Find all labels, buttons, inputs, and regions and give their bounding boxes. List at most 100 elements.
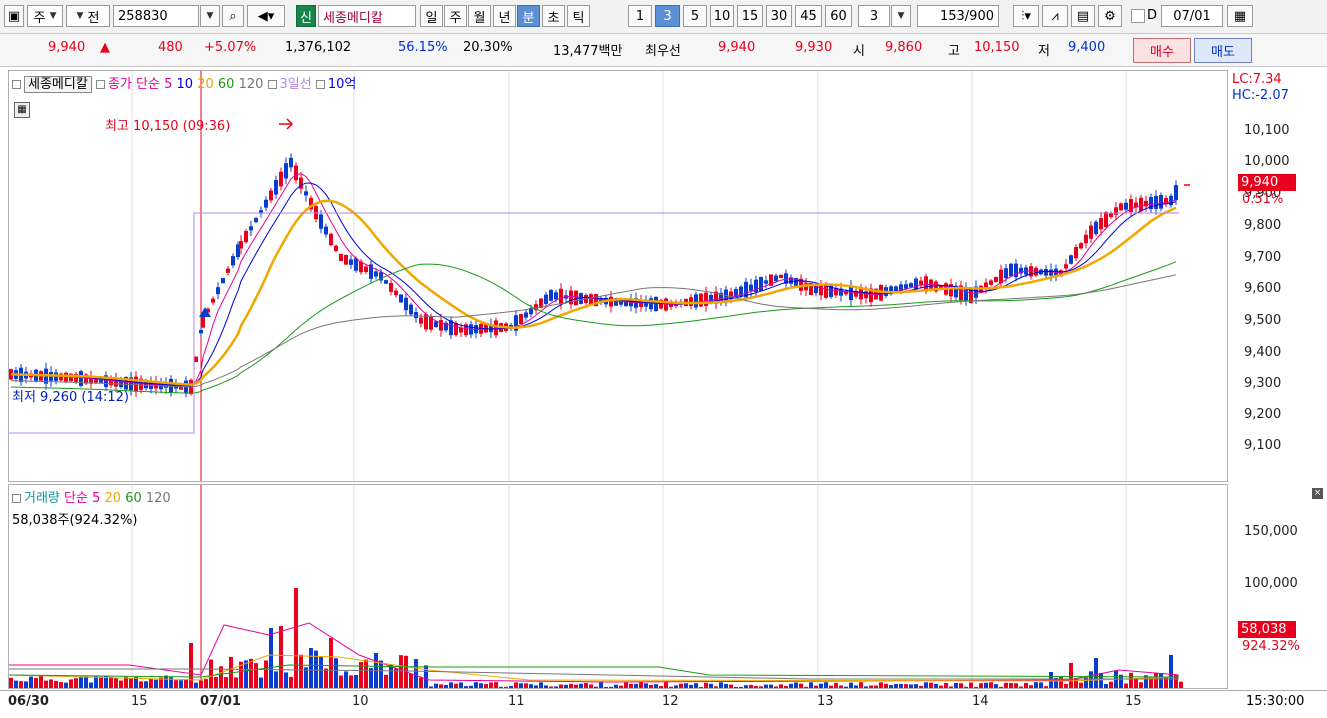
period-button-0[interactable]: 일 (420, 5, 443, 27)
legend-box-icon (95, 79, 105, 89)
date-checkbox[interactable] (1131, 9, 1145, 23)
candle-body (909, 283, 913, 288)
volume-bar (584, 682, 588, 688)
stock-name: 세종메디칼 (318, 5, 416, 27)
volume-bar (1004, 682, 1008, 688)
market-select-value: 주 (33, 10, 46, 26)
legend-vol-ma-label: 단순 (64, 491, 88, 506)
interval-button-6[interactable]: 45 (795, 5, 822, 27)
candle-body (759, 277, 763, 291)
volume-bar (1099, 673, 1103, 688)
period-button-5[interactable]: 초 (542, 5, 565, 27)
volume-bar (289, 676, 293, 688)
code-dropdown[interactable]: ▼ (200, 5, 220, 27)
volume-bar (899, 683, 903, 688)
volume-bar (924, 682, 928, 688)
quote-price: 9,940 (48, 40, 86, 55)
volume-bar (264, 660, 268, 688)
calendar-icon[interactable]: ▦ (1227, 5, 1253, 27)
price-ytick: 9,500 (1244, 313, 1282, 328)
quote-ratio2: 20.30% (463, 40, 513, 55)
page-count-value: 153 (939, 8, 965, 24)
table-grid-icon[interactable]: ▦ (14, 102, 30, 118)
interval-button-0[interactable]: 1 (628, 5, 652, 27)
volume-bar (309, 648, 313, 688)
close-icon[interactable]: × (1312, 488, 1323, 499)
ma20-line (10, 199, 1177, 386)
count-dropdown[interactable]: ▼ (891, 5, 911, 27)
search-icon[interactable]: ⌕ (222, 5, 244, 27)
code-input[interactable]: 258830 (113, 5, 199, 27)
period-button-3[interactable]: 년 (493, 5, 516, 27)
candle-body (554, 292, 558, 300)
volume-bar (259, 677, 263, 688)
gear-icon[interactable]: ⚙ (1098, 5, 1122, 27)
candle-body (289, 157, 293, 168)
volume-bar (1109, 681, 1113, 688)
volume-bar (444, 684, 448, 688)
volume-bar (204, 679, 208, 688)
volume-bar (174, 680, 178, 688)
volume-bar (849, 682, 853, 688)
volume-bar (344, 671, 348, 688)
volume-bar (714, 686, 718, 688)
candle-body (544, 294, 548, 304)
window-icon[interactable]: ▣ (4, 5, 24, 27)
volume-bar (724, 683, 728, 688)
period-button-1[interactable]: 주 (444, 5, 467, 27)
period-button-2[interactable]: 월 (468, 5, 491, 27)
page-count[interactable]: 153/900 (917, 5, 999, 27)
volume-bar (829, 685, 833, 688)
draw-tool-icon[interactable]: ⩘ (1042, 5, 1068, 27)
volume-chart-pane[interactable] (8, 484, 1228, 689)
speaker-icon[interactable]: ◀▾ (247, 5, 285, 27)
volume-bar (74, 678, 78, 688)
volume-bar (199, 680, 203, 688)
quote-change-arrow: ▲ (100, 40, 110, 55)
volume-bar (539, 682, 543, 688)
interval-button-3[interactable]: 10 (710, 5, 734, 27)
period-button-4[interactable]: 분 (517, 5, 540, 27)
x-axis-label: 06/30 (8, 694, 49, 709)
count-input[interactable]: 3 (858, 5, 890, 27)
volume-bar (504, 686, 508, 688)
interval-button-1[interactable]: 3 (655, 5, 680, 27)
candle-body (199, 329, 203, 334)
legend-vol-ma20: 20 (104, 491, 122, 506)
volume-bar (99, 676, 103, 688)
market-select[interactable]: 주 ▼ (27, 5, 63, 27)
page-total: /900 (964, 8, 994, 24)
sell-button[interactable]: 매도 (1194, 38, 1252, 63)
candle-body (1089, 225, 1093, 239)
volume-bar (394, 668, 398, 688)
volume-bar (534, 685, 538, 688)
legend-ma60: 60 (217, 77, 235, 92)
candle-type-icon[interactable]: ⫶▾ (1013, 5, 1039, 27)
legend-stock-name[interactable]: 세종메디칼 (24, 76, 92, 93)
period-button-6[interactable]: 틱 (567, 5, 590, 27)
candle-body (434, 321, 438, 328)
prev-select[interactable]: ▼ 전 (66, 5, 110, 27)
interval-button-2[interactable]: 5 (683, 5, 707, 27)
candle-body (779, 274, 783, 279)
vol-ma120-line (9, 668, 1179, 680)
candle-body (409, 304, 413, 315)
volume-bar (274, 671, 278, 688)
interval-button-7[interactable]: 60 (825, 5, 852, 27)
save-icon[interactable]: ▤ (1071, 5, 1095, 27)
volume-bar (954, 682, 958, 688)
buy-button[interactable]: 매수 (1133, 38, 1191, 63)
volume-bar (64, 682, 68, 688)
interval-button-4[interactable]: 15 (737, 5, 763, 27)
volume-bar (669, 686, 673, 688)
volume-bar (854, 685, 858, 688)
volume-legend: 거래량 단순 5 20 60 120 (12, 487, 171, 506)
volume-bar (934, 683, 938, 688)
legend-vol-ma120: 120 (145, 491, 171, 506)
volume-bar (164, 675, 168, 688)
legend-close: 종가 (107, 77, 132, 92)
volume-bar (1064, 683, 1068, 688)
interval-button-5[interactable]: 30 (766, 5, 792, 27)
x-axis-label: 12 (662, 694, 679, 709)
date-input[interactable]: 07/01 (1161, 5, 1223, 27)
